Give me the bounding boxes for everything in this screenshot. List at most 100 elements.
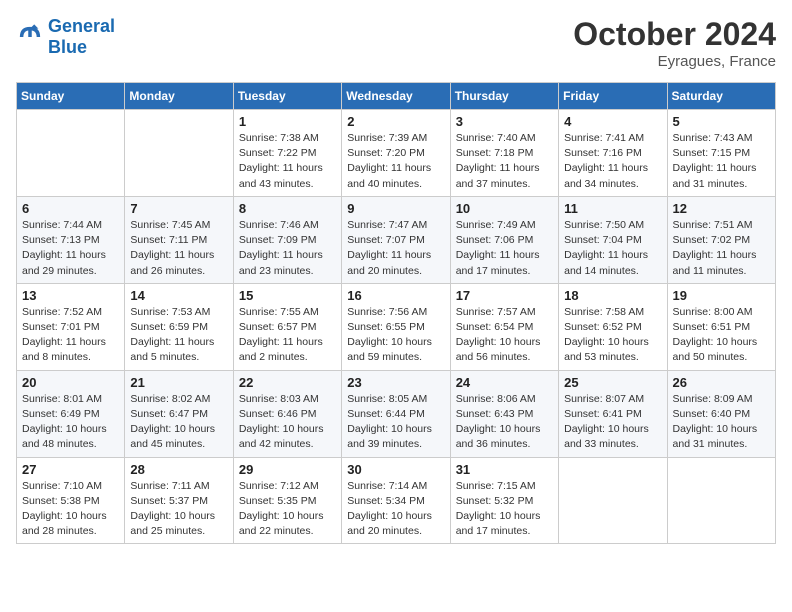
day-cell: 16 Sunrise: 7:56 AMSunset: 6:55 PMDayligh…: [342, 283, 450, 370]
day-number: 19: [673, 288, 770, 303]
day-number: 11: [564, 201, 661, 216]
day-number: 10: [456, 201, 553, 216]
day-cell: [559, 457, 667, 544]
day-info: Sunrise: 8:00 AMSunset: 6:51 PMDaylight:…: [673, 305, 770, 366]
day-number: 12: [673, 201, 770, 216]
day-info: Sunrise: 8:09 AMSunset: 6:40 PMDaylight:…: [673, 392, 770, 453]
day-info: Sunrise: 7:51 AMSunset: 7:02 PMDaylight:…: [673, 218, 770, 279]
day-number: 15: [239, 288, 336, 303]
day-info: Sunrise: 7:41 AMSunset: 7:16 PMDaylight:…: [564, 131, 661, 192]
day-cell: 3Sunrise: 7:40 AMSunset: 7:18 PMDaylight…: [450, 110, 558, 197]
day-cell: 25Sunrise: 8:07 AMSunset: 6:41 PMDayligh…: [559, 370, 667, 457]
weekday-header-sunday: Sunday: [17, 83, 125, 110]
day-info: Sunrise: 7:11 AMSunset: 5:37 PMDaylight:…: [130, 479, 227, 540]
weekday-header-friday: Friday: [559, 83, 667, 110]
day-cell: 7 Sunrise: 7:45 AMSunset: 7:11 PMDaylight…: [125, 196, 233, 283]
week-row-4: 20Sunrise: 8:01 AMSunset: 6:49 PMDayligh…: [17, 370, 776, 457]
week-row-3: 13 Sunrise: 7:52 AMSunset: 7:01 PMDayligh…: [17, 283, 776, 370]
day-cell: [667, 457, 775, 544]
week-row-1: 1Sunrise: 7:38 AMSunset: 7:22 PMDaylight…: [17, 110, 776, 197]
day-cell: 15 Sunrise: 7:55 AMSunset: 6:57 PMDayligh…: [233, 283, 341, 370]
weekday-header-row: SundayMondayTuesdayWednesdayThursdayFrid…: [17, 83, 776, 110]
day-info: Sunrise: 8:06 AMSunset: 6:43 PMDaylight:…: [456, 392, 553, 453]
day-number: 2: [347, 114, 444, 129]
day-number: 4: [564, 114, 661, 129]
day-cell: 22 Sunrise: 8:03 AMSunset: 6:46 PMDayligh…: [233, 370, 341, 457]
day-cell: 4 Sunrise: 7:41 AMSunset: 7:16 PMDaylight…: [559, 110, 667, 197]
day-info: Sunrise: 7:50 AMSunset: 7:04 PMDaylight:…: [564, 218, 661, 279]
month-title: October 2024: [573, 16, 776, 53]
logo: General Blue: [16, 16, 115, 58]
day-cell: 17 Sunrise: 7:57 AMSunset: 6:54 PMDayligh…: [450, 283, 558, 370]
day-cell: 18 Sunrise: 7:58 AMSunset: 6:52 PMDayligh…: [559, 283, 667, 370]
day-number: 23: [347, 375, 444, 390]
logo-icon: [16, 23, 44, 51]
weekday-header-thursday: Thursday: [450, 83, 558, 110]
day-cell: 24 Sunrise: 8:06 AMSunset: 6:43 PMDayligh…: [450, 370, 558, 457]
page-header: General Blue October 2024 Eyragues, Fran…: [16, 16, 776, 70]
week-row-2: 6Sunrise: 7:44 AMSunset: 7:13 PMDaylight…: [17, 196, 776, 283]
day-cell: 5 Sunrise: 7:43 AMSunset: 7:15 PMDaylight…: [667, 110, 775, 197]
day-number: 30: [347, 462, 444, 477]
day-cell: [125, 110, 233, 197]
day-cell: 26 Sunrise: 8:09 AMSunset: 6:40 PMDayligh…: [667, 370, 775, 457]
day-cell: 6Sunrise: 7:44 AMSunset: 7:13 PMDaylight…: [17, 196, 125, 283]
weekday-header-tuesday: Tuesday: [233, 83, 341, 110]
day-number: 5: [673, 114, 770, 129]
day-info: Sunrise: 8:05 AMSunset: 6:44 PMDaylight:…: [347, 392, 444, 453]
day-number: 24: [456, 375, 553, 390]
title-area: October 2024 Eyragues, France: [573, 16, 776, 70]
day-number: 14: [130, 288, 227, 303]
day-info: Sunrise: 7:46 AMSunset: 7:09 PMDaylight:…: [239, 218, 336, 279]
weekday-header-saturday: Saturday: [667, 83, 775, 110]
day-number: 29: [239, 462, 336, 477]
day-number: 13: [22, 288, 119, 303]
day-number: 17: [456, 288, 553, 303]
day-cell: 29 Sunrise: 7:12 AMSunset: 5:35 PMDayligh…: [233, 457, 341, 544]
location: Eyragues, France: [573, 53, 776, 70]
day-cell: 9 Sunrise: 7:47 AMSunset: 7:07 PMDaylight…: [342, 196, 450, 283]
day-number: 9: [347, 201, 444, 216]
weekday-header-monday: Monday: [125, 83, 233, 110]
day-info: Sunrise: 7:10 AMSunset: 5:38 PMDaylight:…: [22, 479, 119, 540]
weekday-header-wednesday: Wednesday: [342, 83, 450, 110]
day-cell: 1Sunrise: 7:38 AMSunset: 7:22 PMDaylight…: [233, 110, 341, 197]
day-cell: 2Sunrise: 7:39 AMSunset: 7:20 PMDaylight…: [342, 110, 450, 197]
day-info: Sunrise: 7:56 AMSunset: 6:55 PMDaylight:…: [347, 305, 444, 366]
day-number: 21: [130, 375, 227, 390]
day-cell: 21 Sunrise: 8:02 AMSunset: 6:47 PMDayligh…: [125, 370, 233, 457]
day-number: 7: [130, 201, 227, 216]
day-info: Sunrise: 7:55 AMSunset: 6:57 PMDaylight:…: [239, 305, 336, 366]
day-info: Sunrise: 7:12 AMSunset: 5:35 PMDaylight:…: [239, 479, 336, 540]
day-info: Sunrise: 7:57 AMSunset: 6:54 PMDaylight:…: [456, 305, 553, 366]
day-info: Sunrise: 7:58 AMSunset: 6:52 PMDaylight:…: [564, 305, 661, 366]
day-info: Sunrise: 8:02 AMSunset: 6:47 PMDaylight:…: [130, 392, 227, 453]
day-number: 28: [130, 462, 227, 477]
day-info: Sunrise: 7:44 AMSunset: 7:13 PMDaylight:…: [22, 218, 119, 279]
week-row-5: 27Sunrise: 7:10 AMSunset: 5:38 PMDayligh…: [17, 457, 776, 544]
day-cell: [17, 110, 125, 197]
day-cell: 10Sunrise: 7:49 AMSunset: 7:06 PMDayligh…: [450, 196, 558, 283]
day-info: Sunrise: 7:47 AMSunset: 7:07 PMDaylight:…: [347, 218, 444, 279]
day-info: Sunrise: 8:03 AMSunset: 6:46 PMDaylight:…: [239, 392, 336, 453]
day-number: 25: [564, 375, 661, 390]
logo-text: General Blue: [48, 16, 115, 58]
day-cell: 31Sunrise: 7:15 AMSunset: 5:32 PMDayligh…: [450, 457, 558, 544]
day-cell: 13 Sunrise: 7:52 AMSunset: 7:01 PMDayligh…: [17, 283, 125, 370]
day-info: Sunrise: 7:43 AMSunset: 7:15 PMDaylight:…: [673, 131, 770, 192]
day-cell: 11 Sunrise: 7:50 AMSunset: 7:04 PMDayligh…: [559, 196, 667, 283]
day-info: Sunrise: 7:52 AMSunset: 7:01 PMDaylight:…: [22, 305, 119, 366]
day-cell: 30Sunrise: 7:14 AMSunset: 5:34 PMDayligh…: [342, 457, 450, 544]
day-number: 1: [239, 114, 336, 129]
day-number: 16: [347, 288, 444, 303]
day-info: Sunrise: 7:53 AMSunset: 6:59 PMDaylight:…: [130, 305, 227, 366]
day-number: 22: [239, 375, 336, 390]
day-number: 18: [564, 288, 661, 303]
day-number: 26: [673, 375, 770, 390]
day-info: Sunrise: 7:45 AMSunset: 7:11 PMDaylight:…: [130, 218, 227, 279]
day-cell: 19 Sunrise: 8:00 AMSunset: 6:51 PMDayligh…: [667, 283, 775, 370]
day-number: 31: [456, 462, 553, 477]
day-cell: 23 Sunrise: 8:05 AMSunset: 6:44 PMDayligh…: [342, 370, 450, 457]
day-cell: 20Sunrise: 8:01 AMSunset: 6:49 PMDayligh…: [17, 370, 125, 457]
day-cell: 8Sunrise: 7:46 AMSunset: 7:09 PMDaylight…: [233, 196, 341, 283]
